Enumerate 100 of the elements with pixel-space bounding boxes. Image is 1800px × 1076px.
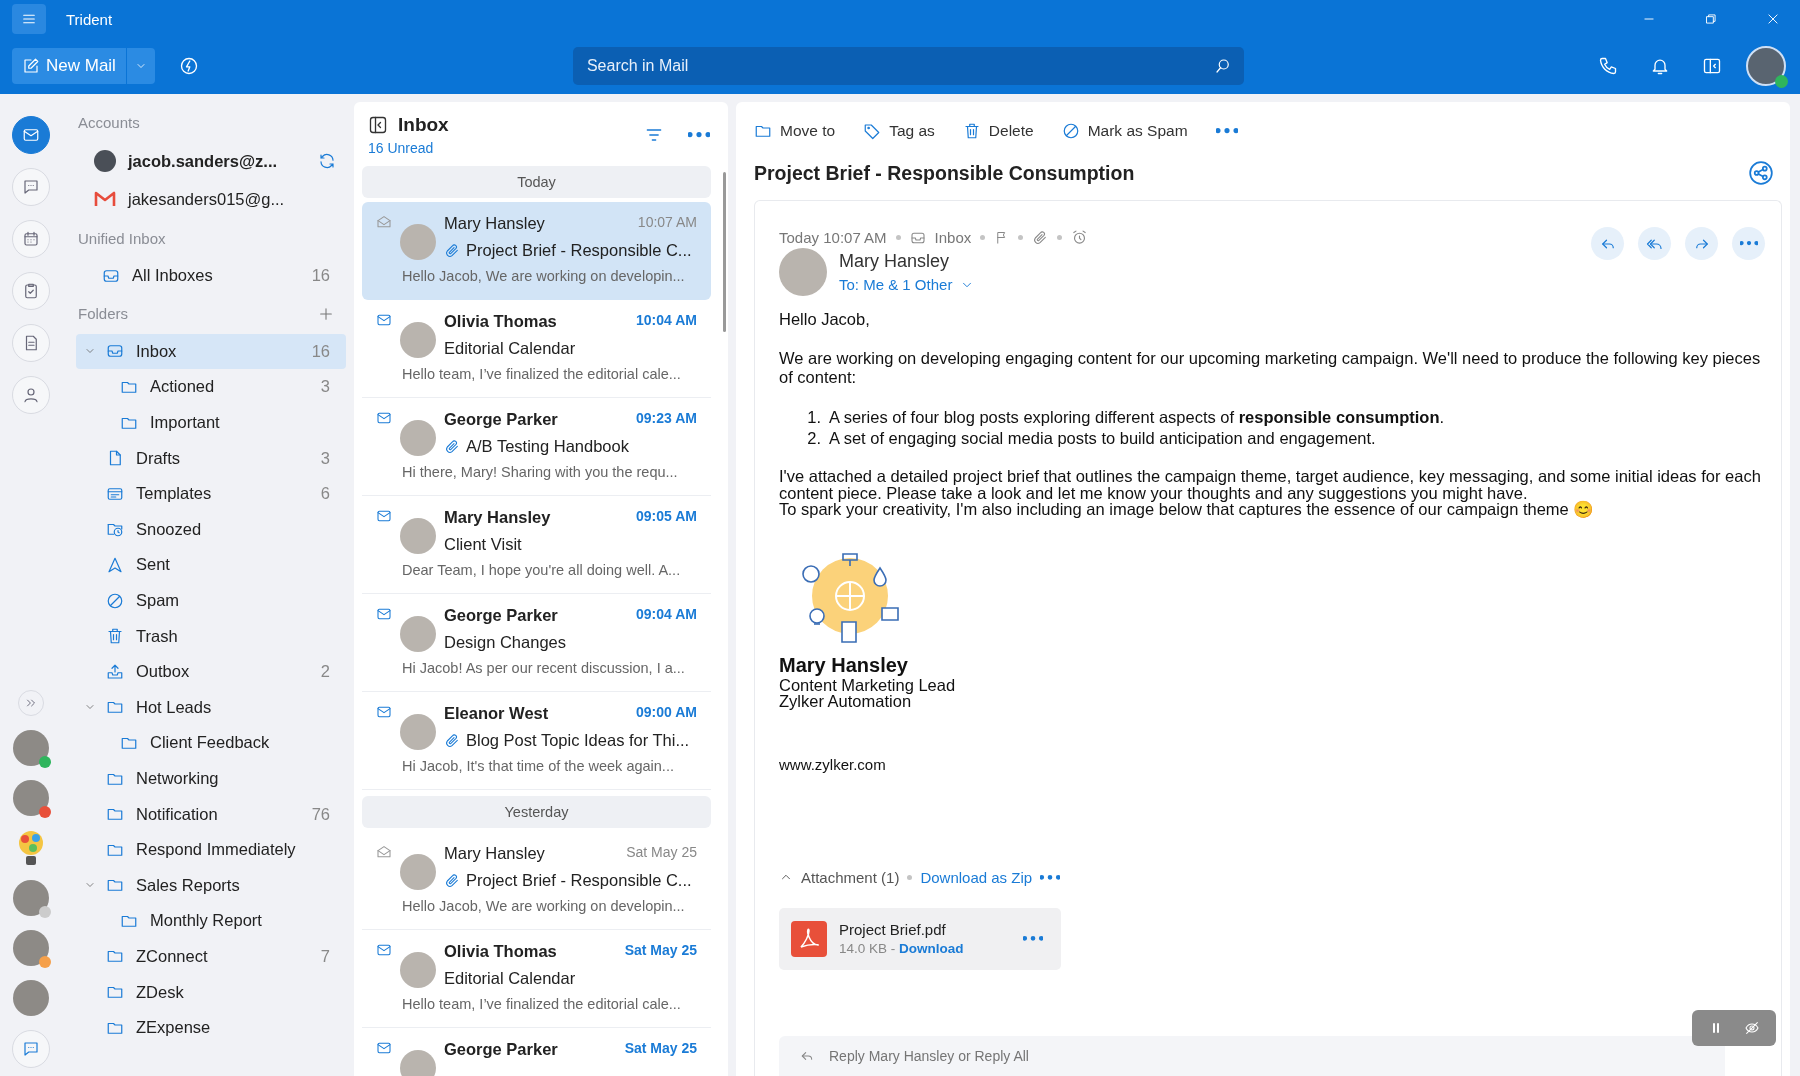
folder-item[interactable]: Templates 6 [76, 475, 346, 512]
folder-item[interactable]: Respond Immediately [76, 831, 346, 868]
account-item[interactable]: jacob.sanders@z... [76, 142, 346, 180]
reply-field[interactable]: Reply Mary Hansley or Reply All [779, 1036, 1725, 1076]
email-subject: Project Brief - Responsible Consumption [754, 161, 1135, 185]
folder-item[interactable]: All Inboxes 16 [76, 258, 346, 294]
avatar [400, 518, 436, 554]
sender-name: Mary Hansley [444, 508, 551, 527]
tag-button[interactable]: Tag as [863, 122, 935, 140]
message-item[interactable]: Olivia Thomas Sat May 25 Editorial Calendar Hello team, I’ve finalized the editorial cale... [362, 930, 711, 1028]
more-icon[interactable] [688, 132, 710, 138]
folder-item[interactable]: Important [76, 404, 346, 441]
contact-avatar[interactable] [13, 930, 49, 966]
more-icon[interactable] [1215, 128, 1238, 134]
account-item[interactable]: jakesanders015@g... [76, 180, 346, 218]
reply-all-button[interactable] [1638, 227, 1671, 260]
message-preview: Dear Team, I hope you're all doing well. A... [402, 562, 682, 578]
list-item: A series of four blog posts exploring different aspects of responsible consumption. [829, 407, 1445, 428]
list-number: 1. [806, 407, 821, 428]
download-zip-link[interactable]: Download as Zip [920, 868, 1033, 886]
plus-icon[interactable] [318, 305, 334, 322]
calendar-app-button[interactable] [12, 220, 50, 258]
more-icon [1739, 241, 1758, 246]
more-icon[interactable] [1040, 874, 1061, 880]
spam-button[interactable]: Mark as Spam [1061, 122, 1188, 140]
recipients-link[interactable]: To: Me & 1 Other [839, 276, 953, 293]
notes-app-button[interactable] [12, 324, 50, 362]
menu-button[interactable] [12, 4, 46, 34]
folder-item[interactable]: Snoozed [76, 511, 346, 548]
more-icon[interactable] [1023, 936, 1043, 942]
greeting-text: Hello Jacob, [779, 310, 871, 329]
tasks-app-button[interactable] [12, 272, 50, 310]
delete-button[interactable]: Delete [962, 122, 1034, 140]
contact-avatar[interactable] [13, 780, 49, 816]
contact-avatar[interactable] [13, 730, 49, 766]
message-item[interactable]: George Parker Sat May 25 [362, 1028, 711, 1076]
folder-item[interactable]: Networking [76, 760, 346, 797]
message-item[interactable]: Mary Hansley Sat May 25 Project Brief - Responsible C... Hello Jacob, We are working on developin... [362, 832, 711, 930]
search-field[interactable]: Search in Mail [572, 47, 1244, 85]
message-item[interactable]: Mary Hansley 10:07 AM Project Brief - Responsible C... Hello Jacob, We are working on developin... [362, 202, 711, 300]
folder-item[interactable]: Actioned 3 [76, 369, 346, 405]
search-input[interactable]: Search in Mail [584, 56, 1214, 76]
avatar [400, 420, 436, 456]
folder-item[interactable]: Outbox 2 [76, 653, 346, 690]
folder-item[interactable]: Client Feedback [76, 725, 346, 761]
message-item[interactable]: George Parker 09:23 AM A/B Testing Handbook Hi there, Mary! Sharing with you the requ... [362, 398, 711, 496]
open-envelope-icon [376, 214, 392, 230]
share-icon[interactable] [1748, 160, 1774, 186]
separator-dot [1057, 235, 1063, 240]
message-item[interactable]: George Parker 09:04 AM Design Changes Hi Jacob! As per our recent discussion, I a... [362, 594, 711, 692]
folder-item[interactable]: ZExpense [76, 1009, 346, 1046]
reply-input[interactable]: Reply Mary Hansley or Reply All [827, 1047, 1705, 1065]
forward-button[interactable] [1685, 227, 1718, 260]
message-item[interactable]: Mary Hansley 09:05 AM Client Visit Dear Team, I hope you're all doing well. A... [362, 496, 711, 594]
folder-item[interactable]: ZConnect 7 [76, 938, 346, 975]
scrollbar[interactable] [723, 172, 726, 332]
sent-icon [106, 555, 124, 574]
new-mail-button[interactable]: New Mail [12, 48, 126, 84]
folder-item[interactable]: Inbox 16 [76, 333, 346, 370]
mail-app-button[interactable] [12, 116, 50, 154]
email-time: Today 10:07 AM [779, 229, 887, 246]
more-button[interactable] [1732, 227, 1765, 260]
signature-title: Content Marketing Lead [779, 676, 957, 694]
move-button[interactable]: Move to [754, 122, 836, 140]
folder-item[interactable]: Trash [76, 618, 346, 654]
contact-avatar[interactable] [13, 980, 49, 1016]
double-chevron-icon [24, 696, 38, 710]
section-label: Unified Inbox [77, 228, 167, 249]
profile-avatar[interactable] [1746, 46, 1786, 86]
download-link[interactable]: Download [899, 941, 964, 957]
reply-button[interactable] [1591, 227, 1624, 260]
folder-item[interactable]: Sent [76, 547, 346, 583]
folder-item[interactable]: Drafts 3 [76, 440, 346, 476]
sender-name: George Parker [444, 1040, 558, 1059]
alarm-clock-icon[interactable] [1071, 229, 1089, 246]
avatar [400, 322, 436, 358]
message-preview: Hello team, I’ve finalized the editorial cale... [402, 996, 682, 1012]
pdf-file-icon [791, 920, 827, 957]
separator-dot [895, 235, 901, 240]
message-item[interactable]: Eleanor West 09:00 AM Blog Post Topic Ideas for Thi... Hi Jacob, It's that time of the week again... [362, 692, 711, 790]
paperclip-icon[interactable] [1032, 229, 1049, 246]
message-item[interactable]: Olivia Thomas 10:04 AM Editorial Calendar Hello team, I’ve finalized the editorial cale... [362, 300, 711, 398]
folder-item[interactable]: Notification 76 [76, 796, 346, 832]
folder-item[interactable]: ZDesk [76, 974, 346, 1010]
avatar [400, 854, 436, 890]
folder-item[interactable]: Sales Reports [76, 867, 346, 904]
contacts-app-button[interactable] [12, 376, 50, 414]
contact-avatar[interactable] [13, 880, 49, 916]
attachment-card[interactable]: Project Brief.pdf 14.0 KB - Download [779, 907, 1061, 970]
folder-item[interactable]: Spam [76, 582, 346, 619]
collapse-sidebar-icon[interactable] [368, 115, 388, 135]
chat-app-button[interactable] [12, 168, 50, 206]
lightbulb-icon[interactable] [17, 830, 45, 866]
search-icon [1214, 57, 1232, 75]
folder-item[interactable]: Monthly Report [76, 903, 346, 939]
chat-icon [22, 1040, 40, 1058]
sync-icon[interactable] [318, 152, 336, 170]
message-preview: Hello team, I’ve finalized the editorial cale... [402, 366, 682, 382]
folder-item[interactable]: Hot Leads [76, 689, 346, 726]
chat-button[interactable] [12, 1030, 50, 1068]
